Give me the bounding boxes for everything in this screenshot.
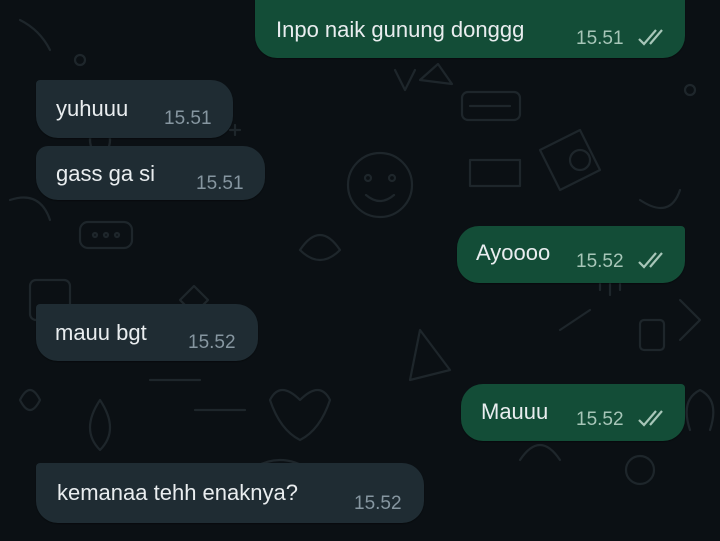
message-text: yuhuuu: [56, 96, 129, 121]
message-text: Ayoooo: [476, 240, 551, 265]
incoming-message[interactable]: mauu bgt 15.52: [36, 304, 258, 361]
double-check-icon: [638, 410, 663, 427]
message-text: mauu bgt: [55, 320, 147, 345]
message-text: Inpo naik gunung donggg: [276, 17, 525, 42]
message-text: gass ga si: [56, 161, 156, 186]
double-check-icon: [638, 252, 663, 269]
incoming-message[interactable]: gass ga si 15.51: [36, 146, 265, 200]
message-time: 15.51: [164, 108, 212, 129]
double-check-icon: [638, 29, 663, 46]
message-time: 15.52: [576, 409, 624, 430]
incoming-message[interactable]: kemanaa tehh enaknya? 15.52: [36, 463, 424, 523]
message-time: 15.52: [188, 332, 236, 353]
message-time: 15.52: [354, 493, 402, 514]
message-text: kemanaa tehh enaknya?: [57, 480, 298, 505]
outgoing-message[interactable]: Mauuu 15.52: [461, 384, 685, 441]
message-text: Mauuu: [481, 399, 549, 424]
message-time: 15.52: [576, 251, 624, 272]
outgoing-message[interactable]: Ayoooo 15.52: [457, 226, 685, 283]
outgoing-message[interactable]: Inpo naik gunung donggg 15.51: [255, 0, 685, 58]
incoming-message[interactable]: yuhuuu 15.51: [36, 80, 233, 138]
message-time: 15.51: [576, 28, 624, 49]
message-time: 15.51: [196, 173, 244, 194]
